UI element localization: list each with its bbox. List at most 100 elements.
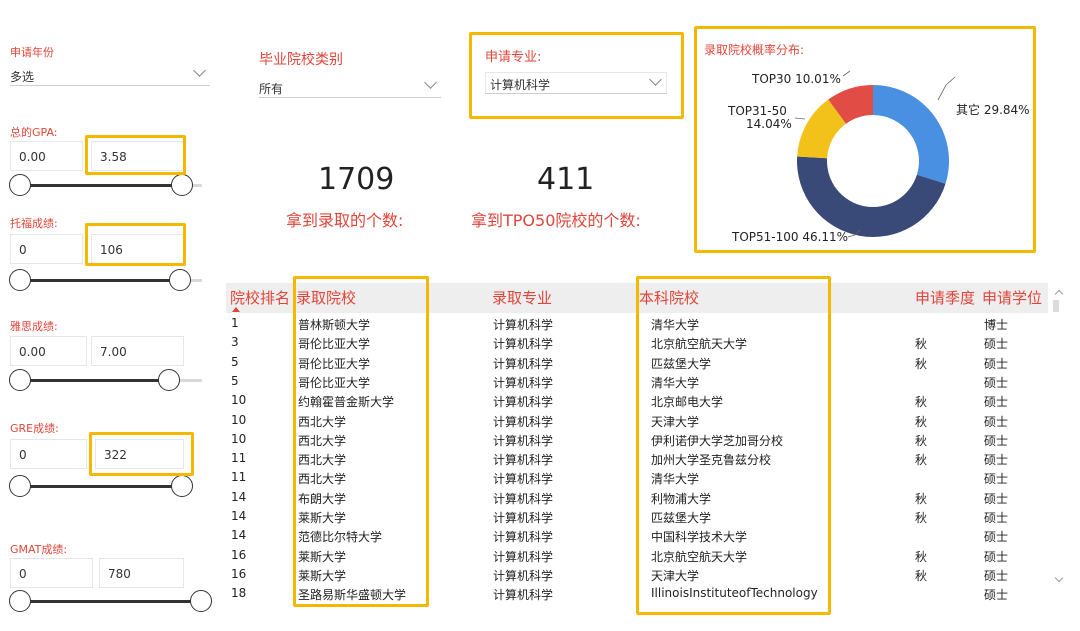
- gmat-slider-track[interactable]: [20, 600, 202, 603]
- school-type-value: 所有: [259, 82, 284, 96]
- donut-slice-其它[interactable]: [873, 85, 949, 184]
- col-header-admit-school[interactable]: 录取院校: [296, 287, 356, 308]
- col-header-season[interactable]: 申请季度: [915, 287, 975, 308]
- ielts-min-input[interactable]: 0.00: [10, 336, 87, 366]
- cell-degree: 硕士: [984, 492, 1009, 506]
- year-dropdown[interactable]: 多选: [10, 64, 210, 86]
- cell-admit-school: 普林斯顿大学: [298, 318, 371, 332]
- scroll-down-icon[interactable]: [1054, 573, 1064, 583]
- admits-count: 1709: [318, 162, 395, 197]
- cell-admit-school: 莱斯大学: [298, 569, 347, 583]
- gre-max-input[interactable]: 322: [95, 439, 184, 469]
- cell-season: 秋: [915, 511, 928, 525]
- toefl-slider-max-handle[interactable]: [169, 269, 191, 291]
- cell-admit-major: 计算机科学: [493, 318, 554, 332]
- cell-rank: 1: [231, 316, 239, 330]
- cell-degree: 硕士: [984, 395, 1009, 409]
- col-header-admit-major[interactable]: 录取专业: [492, 287, 552, 308]
- cell-season: 秋: [915, 395, 928, 409]
- cell-admit-major: 计算机科学: [493, 530, 554, 544]
- gmat-min-input[interactable]: 0: [10, 558, 93, 588]
- ielts-slider-min-handle[interactable]: [9, 369, 31, 391]
- leader-line: [842, 70, 851, 77]
- cell-rank: 16: [231, 567, 247, 581]
- donut-label-other: 其它 29.84%: [956, 103, 1030, 117]
- gpa-min-input[interactable]: 0.00: [10, 141, 83, 171]
- major-dropdown[interactable]: 计算机科学: [485, 72, 667, 94]
- cell-undergrad-school: 北京航空航天大学: [651, 550, 748, 564]
- toefl-slider-min-handle[interactable]: [9, 269, 31, 291]
- cell-admit-major: 计算机科学: [493, 492, 554, 506]
- leader-line: [794, 117, 806, 120]
- cell-admit-school: 哥伦比亚大学: [298, 357, 371, 371]
- cell-admit-school: 莱斯大学: [298, 550, 347, 564]
- cell-degree: 硕士: [984, 337, 1009, 351]
- gre-filter-label: GRE成绩:: [10, 422, 59, 435]
- top50-count-label: 拿到TPO50院校的个数:: [471, 211, 641, 230]
- cell-rank: 3: [231, 335, 239, 349]
- cell-admit-school: 哥伦比亚大学: [298, 376, 371, 390]
- cell-degree: 硕士: [984, 434, 1009, 448]
- cell-rank: 14: [231, 528, 247, 542]
- gre-slider-track[interactable]: [20, 485, 182, 488]
- cell-admit-major: 计算机科学: [493, 588, 554, 602]
- cell-degree: 硕士: [984, 588, 1009, 602]
- cell-undergrad-school: 清华大学: [651, 318, 700, 332]
- gre-slider-max-handle[interactable]: [171, 475, 193, 497]
- cell-admit-school: 莱斯大学: [298, 511, 347, 525]
- chevron-down-icon: [193, 64, 206, 77]
- cell-admit-school: 布朗大学: [298, 492, 347, 506]
- cell-admit-school: 西北大学: [298, 415, 347, 429]
- ielts-filter-label: 雅思成绩:: [10, 320, 58, 333]
- cell-admit-school: 范德比尔特大学: [298, 530, 383, 544]
- col-header-degree[interactable]: 申请学位: [982, 287, 1042, 308]
- cell-season: 秋: [915, 415, 928, 429]
- toefl-slider-track[interactable]: [20, 279, 180, 282]
- cell-admit-major: 计算机科学: [493, 434, 554, 448]
- col-header-undergrad-school[interactable]: 本科院校: [639, 287, 699, 308]
- toefl-min-input[interactable]: 0: [10, 234, 83, 264]
- cell-admit-major: 计算机科学: [493, 376, 554, 390]
- gpa-slider-track[interactable]: [20, 184, 182, 187]
- gmat-slider-max-handle[interactable]: [190, 590, 212, 612]
- cell-degree: 硕士: [984, 376, 1009, 390]
- admits-count-label: 拿到录取的个数:: [286, 211, 404, 230]
- toefl-max-input[interactable]: 106: [91, 234, 184, 264]
- gmat-slider-min-handle[interactable]: [9, 590, 31, 612]
- cell-degree: 硕士: [984, 511, 1009, 525]
- gpa-max-input[interactable]: 3.58: [91, 141, 184, 171]
- cell-admit-major: 计算机科学: [493, 415, 554, 429]
- cell-admit-major: 计算机科学: [493, 337, 554, 351]
- gre-min-input[interactable]: 0: [10, 439, 87, 469]
- major-filter-label: 申请专业:: [485, 50, 542, 65]
- gpa-slider-min-handle[interactable]: [9, 174, 31, 196]
- col-header-rank[interactable]: 院校排名: [230, 287, 290, 308]
- gpa-slider-max-handle[interactable]: [171, 174, 193, 196]
- cell-rank: 14: [231, 490, 247, 504]
- cell-degree: 博士: [984, 318, 1009, 332]
- scrollbar-thumb[interactable]: [1053, 300, 1059, 312]
- cell-undergrad-school: 北京航空航天大学: [651, 337, 748, 351]
- ielts-max-input[interactable]: 7.00: [91, 336, 184, 366]
- year-filter-label: 申请年份: [10, 46, 54, 59]
- cell-admit-school: 约翰霍普金斯大学: [298, 395, 395, 409]
- cell-rank: 5: [231, 355, 239, 369]
- gre-slider-min-handle[interactable]: [9, 475, 31, 497]
- cell-admit-school: 哥伦比亚大学: [298, 337, 371, 351]
- cell-season: 秋: [915, 337, 928, 351]
- scroll-up-icon[interactable]: [1054, 289, 1064, 299]
- ielts-slider-track[interactable]: [20, 379, 170, 382]
- cell-undergrad-school: 匹兹堡大学: [651, 357, 712, 371]
- ielts-slider-max-handle[interactable]: [158, 369, 180, 391]
- top50-count: 411: [537, 162, 595, 197]
- gmat-max-input[interactable]: 780: [99, 558, 184, 588]
- cell-season: 秋: [915, 569, 928, 583]
- cell-degree: 硕士: [984, 453, 1009, 467]
- school-type-dropdown[interactable]: 所有: [259, 76, 441, 98]
- cell-rank: 10: [231, 393, 247, 407]
- donut-label-top31-50-pct: 14.04%: [746, 117, 792, 131]
- cell-undergrad-school: 清华大学: [651, 472, 700, 486]
- cell-admit-school: 西北大学: [298, 434, 347, 448]
- cell-admit-major: 计算机科学: [493, 357, 554, 371]
- leader-line: [937, 76, 956, 101]
